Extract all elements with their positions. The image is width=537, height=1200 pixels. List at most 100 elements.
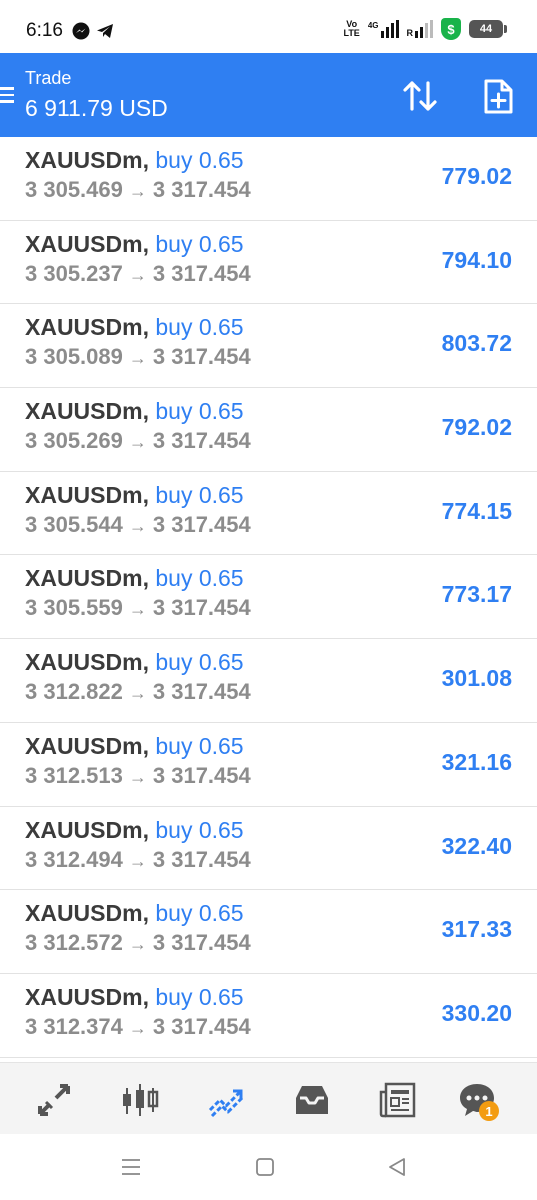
position-row[interactable]: XAUUSDm, buy 0.65 3 312.572 → 3 317.454 317.… bbox=[0, 890, 537, 974]
network-type-label: 4G bbox=[367, 21, 379, 30]
price-arrow-icon: → bbox=[128, 683, 147, 704]
position-symbol: XAUUSDm bbox=[25, 314, 143, 341]
separator: , bbox=[142, 649, 156, 676]
price-arrow-icon: → bbox=[128, 934, 147, 955]
position-profit: 792.02 bbox=[441, 414, 512, 441]
current-price: 3 317.454 bbox=[152, 428, 251, 454]
position-type: buy 0.65 bbox=[155, 147, 244, 173]
position-type: buy 0.65 bbox=[155, 816, 244, 843]
position-prices: 3 305.469 → 3 317.454 bbox=[25, 177, 251, 203]
current-price: 3 317.454 bbox=[152, 177, 251, 202]
position-title: XAUUSDm, buy 0.65 bbox=[25, 231, 244, 258]
position-title: XAUUSDm, buy 0.65 bbox=[25, 314, 244, 341]
position-prices: 3 305.559 → 3 317.454 bbox=[25, 595, 251, 621]
recents-button[interactable] bbox=[116, 1154, 146, 1180]
position-symbol: XAUUSDm bbox=[25, 816, 143, 843]
menu-icon[interactable] bbox=[0, 87, 14, 103]
current-price: 3 317.454 bbox=[152, 762, 251, 788]
battery-icon: 44 bbox=[469, 20, 507, 38]
position-type: buy 0.65 bbox=[155, 900, 244, 927]
price-arrow-icon: → bbox=[128, 432, 147, 453]
roaming-label: R bbox=[406, 28, 414, 38]
position-row[interactable]: XAUUSDm, buy 0.65 3 305.559 → 3 317.454 773.… bbox=[0, 555, 537, 640]
price-arrow-icon: → bbox=[128, 599, 147, 620]
nav-quotes[interactable] bbox=[32, 1078, 76, 1122]
position-profit: 301.08 bbox=[441, 665, 512, 692]
price-arrow-icon: → bbox=[128, 264, 147, 285]
status-right-icons: Vo LTE 4G R $ 44 bbox=[343, 18, 507, 40]
system-navigation bbox=[0, 1134, 537, 1200]
position-prices: 3 312.822 → 3 317.454 bbox=[25, 679, 251, 705]
nav-trade[interactable] bbox=[204, 1078, 248, 1122]
open-price: 3 312.822 bbox=[25, 679, 123, 705]
nav-history[interactable] bbox=[290, 1078, 334, 1122]
current-price: 3 317.454 bbox=[152, 1013, 251, 1039]
position-row[interactable]: XAUUSDm, buy 0.65 3 312.374 → 3 317.454 330.… bbox=[0, 973, 537, 1058]
signal-strength-icon-1: 4G bbox=[368, 20, 399, 38]
volte-indicator: Vo LTE bbox=[343, 19, 360, 38]
position-symbol: XAUUSDm bbox=[25, 230, 143, 257]
position-title: XAUUSDm, buy 0.65 bbox=[25, 733, 244, 760]
open-price: 3 312.513 bbox=[25, 762, 123, 788]
nav-news[interactable] bbox=[376, 1078, 420, 1122]
open-price: 3 312.494 bbox=[25, 846, 123, 872]
position-prices: 3 305.089 → 3 317.454 bbox=[25, 344, 251, 370]
separator: , bbox=[142, 816, 156, 843]
position-type: buy 0.65 bbox=[155, 230, 244, 257]
position-profit: 317.33 bbox=[441, 916, 512, 943]
position-row[interactable]: XAUUSDm, buy 0.65 3 305.089 → 3 317.454 803.… bbox=[0, 304, 537, 389]
position-prices: 3 305.544 → 3 317.454 bbox=[25, 512, 251, 538]
price-arrow-icon: → bbox=[128, 348, 147, 369]
position-title: XAUUSDm, buy 0.65 bbox=[25, 900, 244, 927]
nav-chart[interactable] bbox=[118, 1078, 162, 1122]
price-arrow-icon: → bbox=[128, 850, 147, 871]
sort-icon[interactable] bbox=[402, 79, 438, 113]
trade-trend-icon bbox=[208, 1089, 244, 1118]
open-price: 3 305.237 bbox=[25, 260, 123, 286]
position-title: XAUUSDm, buy 0.65 bbox=[25, 147, 244, 174]
position-type: buy 0.65 bbox=[155, 565, 244, 592]
position-row[interactable]: XAUUSDm, buy 0.65 3 305.469 → 3 317.454 779.… bbox=[0, 137, 537, 221]
position-type: buy 0.65 bbox=[155, 983, 244, 1010]
position-row[interactable]: XAUUSDm, buy 0.65 3 305.269 → 3 317.454 792.… bbox=[0, 388, 537, 472]
news-icon bbox=[379, 1082, 416, 1118]
position-symbol: XAUUSDm bbox=[25, 900, 143, 927]
position-row[interactable]: XAUUSDm, buy 0.65 3 312.513 → 3 317.454 321.… bbox=[0, 722, 537, 807]
open-price: 3 305.269 bbox=[25, 428, 123, 454]
open-price: 3 305.089 bbox=[25, 344, 123, 370]
nav-chat[interactable]: 1 bbox=[455, 1078, 499, 1122]
status-left-icons bbox=[72, 22, 114, 40]
home-button[interactable] bbox=[250, 1154, 280, 1180]
separator: , bbox=[142, 983, 156, 1010]
position-title: XAUUSDm, buy 0.65 bbox=[25, 984, 244, 1011]
position-type: buy 0.65 bbox=[155, 398, 244, 425]
price-arrow-icon: → bbox=[128, 1017, 147, 1038]
position-prices: 3 312.374 → 3 317.454 bbox=[25, 1014, 251, 1040]
current-price: 3 317.454 bbox=[152, 344, 251, 370]
position-profit: 321.16 bbox=[441, 748, 512, 775]
separator: , bbox=[142, 565, 156, 592]
separator: , bbox=[142, 481, 156, 508]
back-button[interactable] bbox=[382, 1154, 412, 1180]
position-prices: 3 312.494 → 3 317.454 bbox=[25, 847, 251, 873]
position-profit: 330.20 bbox=[441, 999, 512, 1026]
position-row[interactable]: XAUUSDm, buy 0.65 3 312.494 → 3 317.454 322.… bbox=[0, 806, 537, 891]
current-price: 3 317.454 bbox=[152, 930, 251, 956]
position-title: XAUUSDm, buy 0.65 bbox=[25, 649, 244, 676]
position-symbol: XAUUSDm bbox=[25, 983, 143, 1010]
position-type: buy 0.65 bbox=[155, 481, 244, 508]
position-row[interactable]: XAUUSDm, buy 0.65 3 305.544 → 3 317.454 774.… bbox=[0, 471, 537, 556]
current-price: 3 317.454 bbox=[152, 846, 251, 872]
position-row[interactable]: XAUUSDm, buy 0.65 3 305.237 → 3 317.454 794.… bbox=[0, 220, 537, 305]
signal-strength-icon-2: R bbox=[406, 20, 433, 38]
quotes-arrows-icon bbox=[38, 1084, 70, 1116]
position-title: XAUUSDm, buy 0.65 bbox=[25, 565, 244, 592]
candlestick-chart-icon bbox=[123, 1084, 159, 1116]
status-bar: 6:16 Vo LTE 4G R $ 44 bbox=[0, 0, 537, 53]
app-header: Trade 6 911.79 USD bbox=[0, 53, 537, 137]
position-row[interactable]: XAUUSDm, buy 0.65 3 312.822 → 3 317.454 301.… bbox=[0, 639, 537, 723]
messenger-icon bbox=[72, 22, 90, 40]
position-profit: 803.72 bbox=[441, 330, 512, 357]
current-price: 3 317.454 bbox=[152, 679, 251, 705]
new-order-icon[interactable] bbox=[482, 79, 514, 115]
